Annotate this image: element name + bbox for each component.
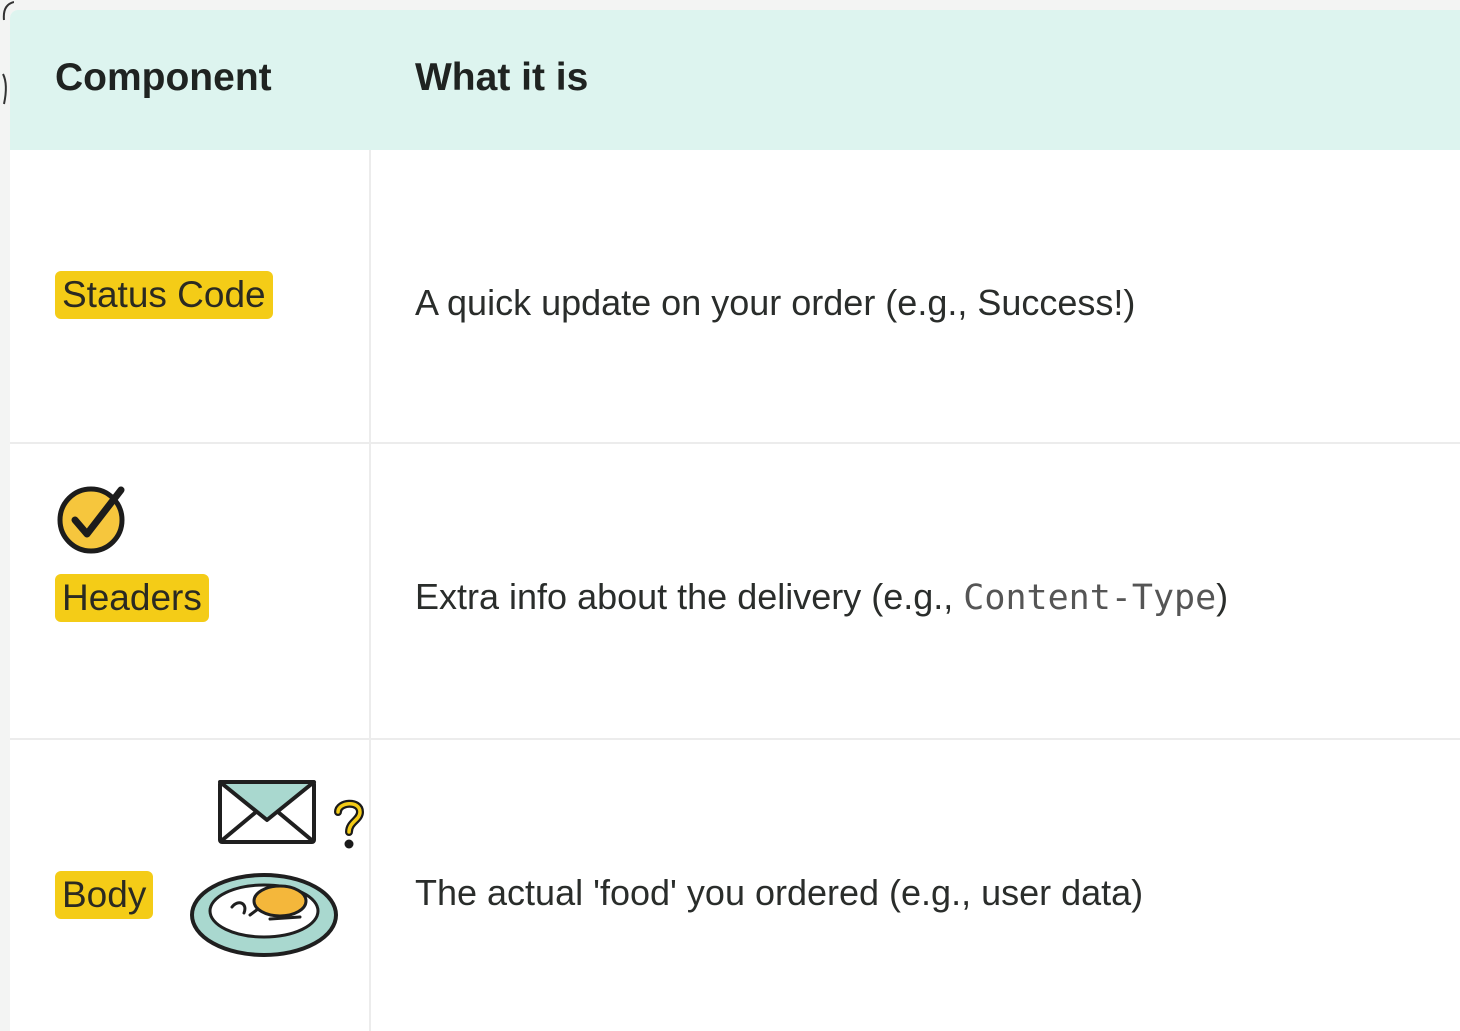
table-row-headers: Headers Extra info about the delivery (e… xyxy=(10,444,1460,738)
body-highlight-label: Body xyxy=(55,871,154,919)
headers-highlight-label: Headers xyxy=(55,574,209,622)
column-header-component: Component xyxy=(55,56,272,99)
column-header-what-it-is: What it is xyxy=(415,56,589,99)
headers-description-prefix: Extra info about the delivery (e.g., xyxy=(415,576,964,617)
headers-description-suffix: ) xyxy=(1216,576,1229,617)
checkmark-circle-icon xyxy=(57,486,125,554)
status-code-description: A quick update on your order (e.g., Succ… xyxy=(415,282,1136,323)
plate-of-food-icon xyxy=(190,873,338,957)
table-row-body: Body The actual 'food' you ordered (e.g.… xyxy=(10,740,1460,1031)
envelope-icon xyxy=(218,780,316,844)
comparison-table: Component What it is Status Code A quick… xyxy=(10,10,1460,1031)
body-description: The actual 'food' you ordered (e.g., use… xyxy=(415,872,1144,913)
status-code-highlight-label: Status Code xyxy=(55,271,273,319)
table-header-row: Component What it is xyxy=(10,10,1460,150)
headers-description: Extra info about the delivery (e.g., Con… xyxy=(415,576,1228,618)
question-mark-icon xyxy=(334,799,365,849)
content-type-code: Content-Type xyxy=(963,578,1217,618)
table-row-status-code: Status Code A quick update on your order… xyxy=(10,152,1460,442)
